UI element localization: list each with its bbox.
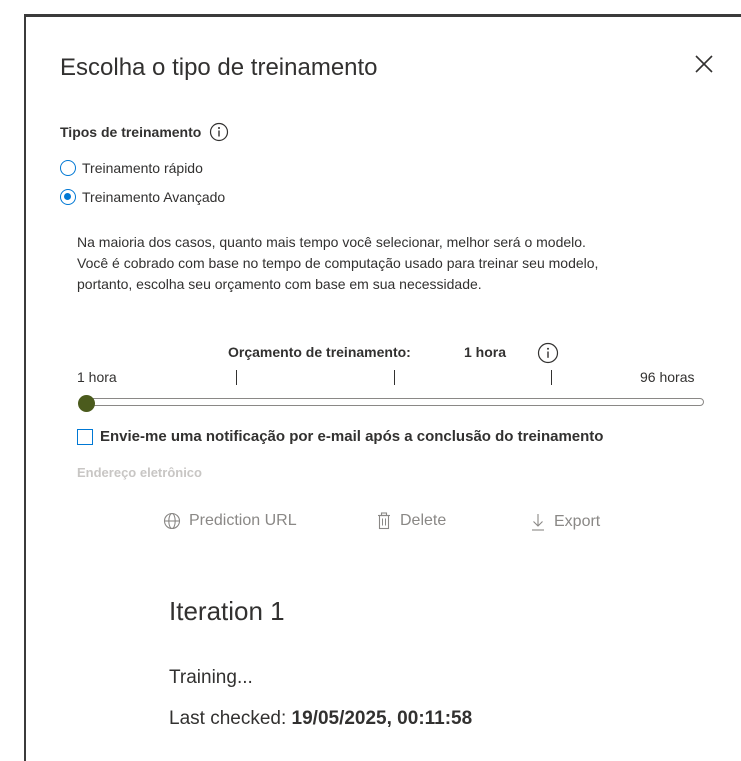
description-line: Na maioria dos casos, quanto mais tempo … <box>77 234 586 250</box>
email-field-label: Endereço eletrônico <box>77 465 202 480</box>
checkbox[interactable] <box>77 428 93 445</box>
close-button[interactable] <box>690 50 718 78</box>
slider-min-label: 1 hora <box>77 369 117 385</box>
radio-quick-training[interactable]: Treinamento rápido <box>60 160 203 176</box>
training-description: Na maioria dos casos, quanto mais tempo … <box>77 232 717 295</box>
budget-info-icon[interactable] <box>537 342 559 369</box>
delete-label: Delete <box>400 512 447 529</box>
prediction-url-label: Prediction URL <box>189 512 297 529</box>
budget-value: 1 hora <box>464 344 507 360</box>
radio-advanced-training[interactable]: Treinamento Avançado <box>60 189 225 205</box>
top-border <box>24 14 741 17</box>
close-icon <box>695 55 713 73</box>
trash-icon <box>378 512 390 530</box>
training-status: Training... <box>169 667 253 688</box>
info-icon[interactable] <box>209 122 229 142</box>
description-line: portanto, escolha seu orçamento com base… <box>77 276 482 292</box>
globe-icon <box>163 512 181 530</box>
radio-label: Treinamento rápido <box>82 160 203 176</box>
budget-slider-thumb[interactable] <box>78 395 95 412</box>
radio-button-selected[interactable] <box>60 189 76 205</box>
download-icon <box>532 514 544 531</box>
slider-tick <box>236 370 237 385</box>
slider-max-label: 96 horas <box>640 369 695 385</box>
slider-tick <box>551 370 552 385</box>
iteration-title: Iteration 1 <box>169 596 285 626</box>
training-types-text: Tipos de treinamento <box>60 124 202 140</box>
radio-label: Treinamento Avançado <box>82 189 226 205</box>
slider-tick <box>394 370 395 385</box>
last-checked: Last checked: 19/05/2025, 00:11:58 <box>169 708 472 730</box>
delete-button[interactable]: Delete <box>376 512 446 530</box>
export-button[interactable]: Export <box>530 512 600 532</box>
last-checked-label: Last checked: <box>169 708 287 729</box>
budget-slider-track[interactable] <box>82 398 704 406</box>
email-notification-checkbox[interactable]: Envie-me uma notificação por e-mail após… <box>77 428 603 445</box>
radio-button[interactable] <box>60 160 76 176</box>
export-label: Export <box>554 513 601 530</box>
training-types-label: Tipos de treinamento <box>60 122 229 142</box>
left-border <box>24 14 26 761</box>
prediction-url-button[interactable]: Prediction URL <box>163 512 297 530</box>
checkbox-label: Envie-me uma notificação por e-mail após… <box>100 428 604 445</box>
last-checked-value: 19/05/2025, 00:11:58 <box>291 708 473 729</box>
budget-label: Orçamento de treinamento: <box>228 344 411 360</box>
dialog-title: Escolha o tipo de treinamento <box>60 54 378 81</box>
description-line: Você é cobrado com base no tempo de comp… <box>77 255 599 271</box>
